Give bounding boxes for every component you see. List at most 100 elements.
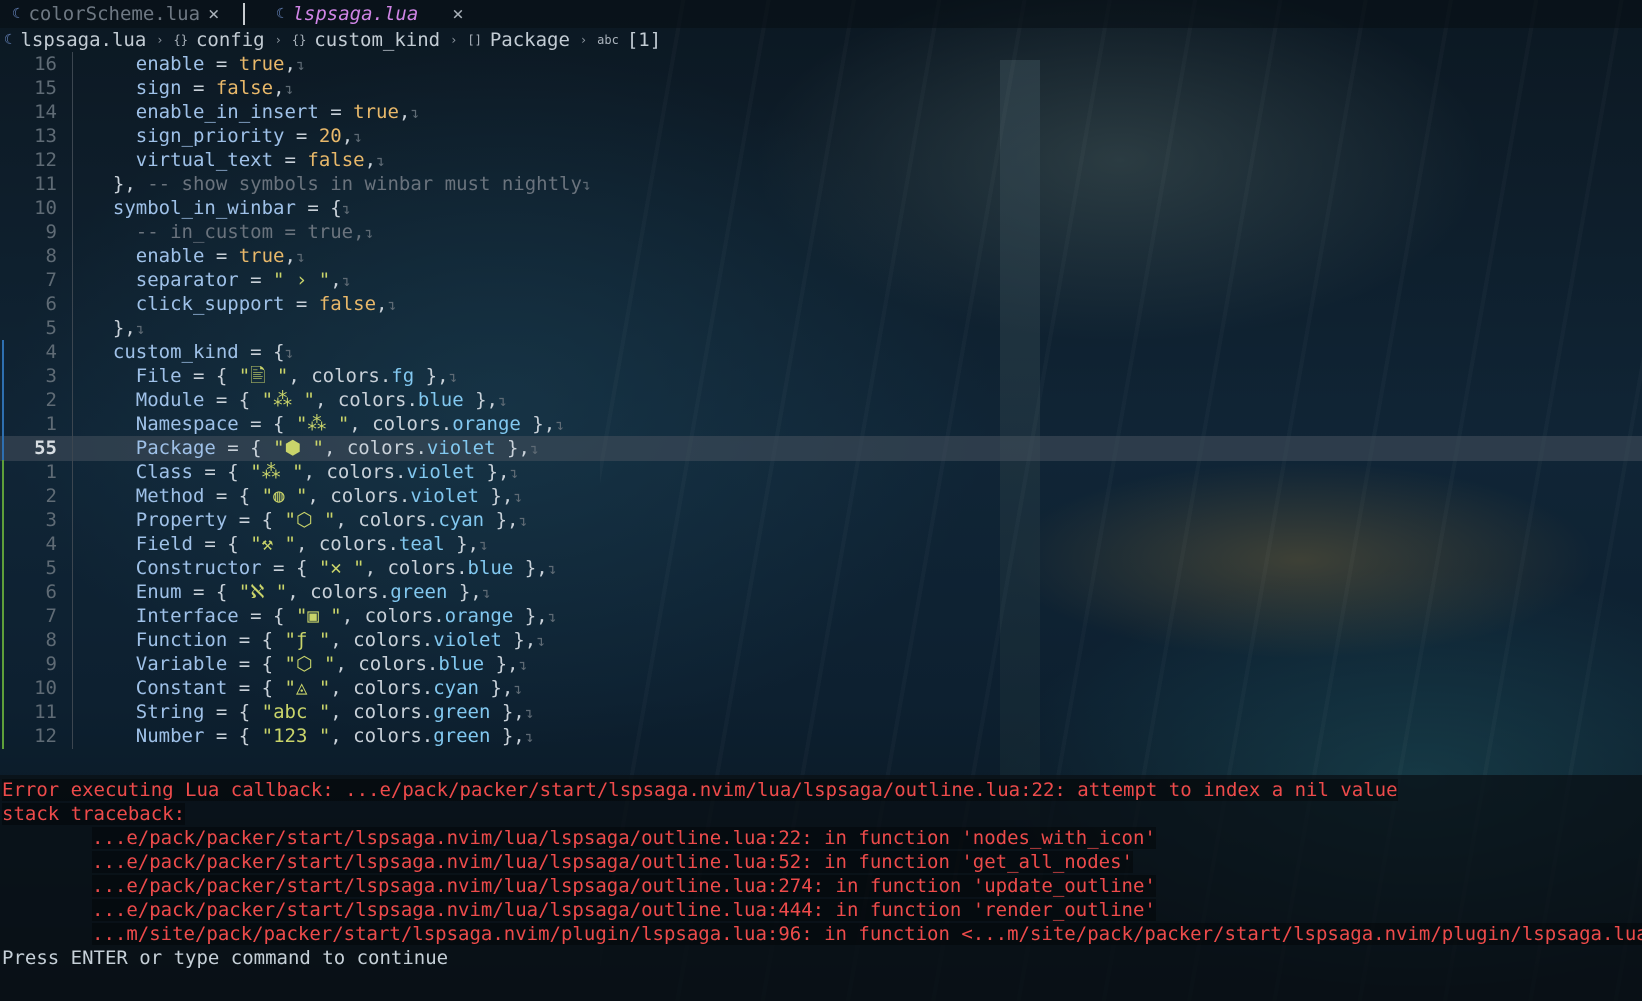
code-text: symbol_in_winbar = {↴ xyxy=(112,197,351,219)
breadcrumb-item-custom-kind[interactable]: custom_kind xyxy=(314,28,440,53)
code-text: Number = { "123 ", colors.green },↴ xyxy=(135,725,534,747)
code-line[interactable]: 8 Function = { "ƒ ", colors.violet },↴ xyxy=(0,628,1642,653)
line-number: 9 xyxy=(45,221,57,243)
line-number: 13 xyxy=(34,125,57,147)
code-text: virtual_text = false,↴ xyxy=(135,149,386,171)
code-line[interactable]: 10 symbol_in_winbar = {↴ xyxy=(0,196,1642,221)
line-number: 5 xyxy=(45,557,57,579)
code-text: custom_kind = {↴ xyxy=(112,341,294,363)
code-text: Namespace = { "⁂ ", colors.orange },↴ xyxy=(135,413,565,435)
line-number: 12 xyxy=(34,149,57,171)
code-line[interactable]: 2 Method = { "◍ ", colors.violet },↴ xyxy=(0,484,1642,509)
code-line[interactable]: 7 Interface = { "▣ ", colors.orange },↴ xyxy=(0,604,1642,629)
traceback-line: ...e/pack/packer/start/lspsaga.nvim/lua/… xyxy=(92,851,1133,873)
line-number: 4 xyxy=(45,341,57,363)
code-text: sign_priority = 20,↴ xyxy=(135,125,363,147)
code-line[interactable]: 1 Namespace = { "⁂ ", colors.orange },↴ xyxy=(0,412,1642,437)
indent-guide xyxy=(72,196,73,221)
code-line[interactable]: 3 File = { "🖹 ", colors.fg },↴ xyxy=(0,364,1642,389)
indent-guide xyxy=(72,364,73,389)
code-line[interactable]: 15 sign = false,↴ xyxy=(0,76,1642,101)
code-text: click_support = false,↴ xyxy=(135,293,397,315)
line-number: 3 xyxy=(45,365,57,387)
indent-guide xyxy=(72,508,73,533)
line-number: 14 xyxy=(34,101,57,123)
code-line[interactable]: 7 separator = " › ",↴ xyxy=(0,268,1642,293)
breadcrumb-item-config[interactable]: config xyxy=(196,28,265,53)
code-line[interactable]: 5 Constructor = { "✕ ", colors.blue },↴ xyxy=(0,556,1642,581)
breadcrumb-item-package[interactable]: Package xyxy=(490,28,570,53)
object-icon: {} xyxy=(173,33,188,47)
code-line[interactable]: 5 },↴ xyxy=(0,316,1642,341)
code-line[interactable]: 16 enable = true,↴ xyxy=(0,52,1642,77)
indent-guide xyxy=(72,532,73,557)
line-number: 10 xyxy=(34,197,57,219)
breadcrumb-item-index[interactable]: [1] xyxy=(627,28,661,53)
indent-guide xyxy=(72,100,73,125)
code-line[interactable]: 4 custom_kind = {↴ xyxy=(0,340,1642,365)
indent-guide xyxy=(72,700,73,725)
code-line[interactable]: 14 enable_in_insert = true,↴ xyxy=(0,100,1642,125)
traceback-header: stack traceback: xyxy=(2,803,186,825)
tab-lspsaga[interactable]: ☾ lspsaga.lua × xyxy=(276,0,464,28)
code-line[interactable]: 2 Module = { "⁂ ", colors.blue },↴ xyxy=(0,388,1642,413)
code-line[interactable]: 6 click_support = false,↴ xyxy=(0,292,1642,317)
breadcrumb-separator: › xyxy=(579,33,588,47)
line-number: 2 xyxy=(45,389,57,411)
breadcrumb: ☾ lspsaga.lua › {} config › {} custom_ki… xyxy=(0,28,661,53)
code-line[interactable]: 8 enable = true,↴ xyxy=(0,244,1642,269)
line-number: 55 xyxy=(34,437,57,459)
code-editor[interactable]: 16 enable = true,↴ 15 sign = false,↴ 14 en… xyxy=(0,52,1642,775)
line-number: 6 xyxy=(45,293,57,315)
code-text: Variable = { "⬡ ", colors.blue },↴ xyxy=(135,653,528,675)
tab-bar: ☾ colorScheme.lua × ☾ lspsaga.lua × xyxy=(0,0,1642,28)
code-line[interactable]: 12 Number = { "123 ", colors.green },↴ xyxy=(0,724,1642,749)
indent-guide xyxy=(72,628,73,653)
line-number: 2 xyxy=(45,485,57,507)
tab-label: lspsaga.lua xyxy=(292,3,419,25)
code-line[interactable]: 11 }, -- show symbols in winbar must nig… xyxy=(0,172,1642,197)
lua-file-icon: ☾ xyxy=(276,6,285,22)
code-text: Field = { "⚒ ", colors.teal },↴ xyxy=(135,533,489,555)
code-text: Interface = { "▣ ", colors.orange },↴ xyxy=(135,605,557,627)
traceback-line: ...e/pack/packer/start/lspsaga.nvim/lua/… xyxy=(92,899,1156,921)
code-line[interactable]: 3 Property = { "⬡ ", colors.cyan },↴ xyxy=(0,508,1642,533)
code-text: enable = true,↴ xyxy=(135,53,305,75)
code-text: }, -- show symbols in winbar must nightl… xyxy=(112,173,591,195)
string-icon: abc xyxy=(597,33,619,47)
line-number: 1 xyxy=(45,461,57,483)
indent-guide xyxy=(72,124,73,149)
indent-guide xyxy=(72,652,73,677)
indent-guide xyxy=(72,268,73,293)
object-icon: {} xyxy=(291,33,307,47)
code-line[interactable]: 6 Enum = { "ℵ ", colors.green },↴ xyxy=(0,580,1642,605)
code-text: sign = false,↴ xyxy=(135,77,294,99)
code-text: Enum = { "ℵ ", colors.green },↴ xyxy=(135,581,491,603)
line-number: 8 xyxy=(45,245,57,267)
code-line[interactable]: 13 sign_priority = 20,↴ xyxy=(0,124,1642,149)
indent-guide xyxy=(72,172,73,197)
line-number: 12 xyxy=(34,725,57,747)
code-line[interactable]: 4 Field = { "⚒ ", colors.teal },↴ xyxy=(0,532,1642,557)
tab-divider xyxy=(243,3,245,25)
code-line[interactable]: 9 Variable = { "⬡ ", colors.blue },↴ xyxy=(0,652,1642,677)
code-text: Constant = { "◬ ", colors.cyan },↴ xyxy=(135,677,523,699)
close-icon[interactable]: × xyxy=(208,0,219,28)
line-number: 8 xyxy=(45,629,57,651)
code-line[interactable]: 12 virtual_text = false,↴ xyxy=(0,148,1642,173)
breadcrumb-file[interactable]: lspsaga.lua xyxy=(20,28,146,53)
continue-prompt: Press ENTER or type command to continue xyxy=(2,947,449,969)
error-message: Error executing Lua callback: ...e/pack/… xyxy=(2,779,1398,801)
code-text: Constructor = { "✕ ", colors.blue },↴ xyxy=(135,557,557,579)
code-line-current[interactable]: 55 Package = { "⬢ ", colors.violet },↴ xyxy=(0,436,1642,461)
code-text: File = { "🖹 ", colors.fg },↴ xyxy=(135,365,458,387)
code-line[interactable]: 10 Constant = { "◬ ", colors.cyan },↴ xyxy=(0,676,1642,701)
traceback-line: ...e/pack/packer/start/lspsaga.nvim/lua/… xyxy=(92,875,1156,897)
close-icon[interactable]: × xyxy=(452,0,463,28)
code-line[interactable]: 9 -- in_custom = true,↴ xyxy=(0,220,1642,245)
indent-guide xyxy=(72,316,73,341)
code-line[interactable]: 1 Class = { "⁂ ", colors.violet },↴ xyxy=(0,460,1642,485)
tab-colorscheme[interactable]: ☾ colorScheme.lua × xyxy=(12,0,219,28)
indent-guide xyxy=(72,676,73,701)
code-line[interactable]: 11 String = { "abc ", colors.green },↴ xyxy=(0,700,1642,725)
